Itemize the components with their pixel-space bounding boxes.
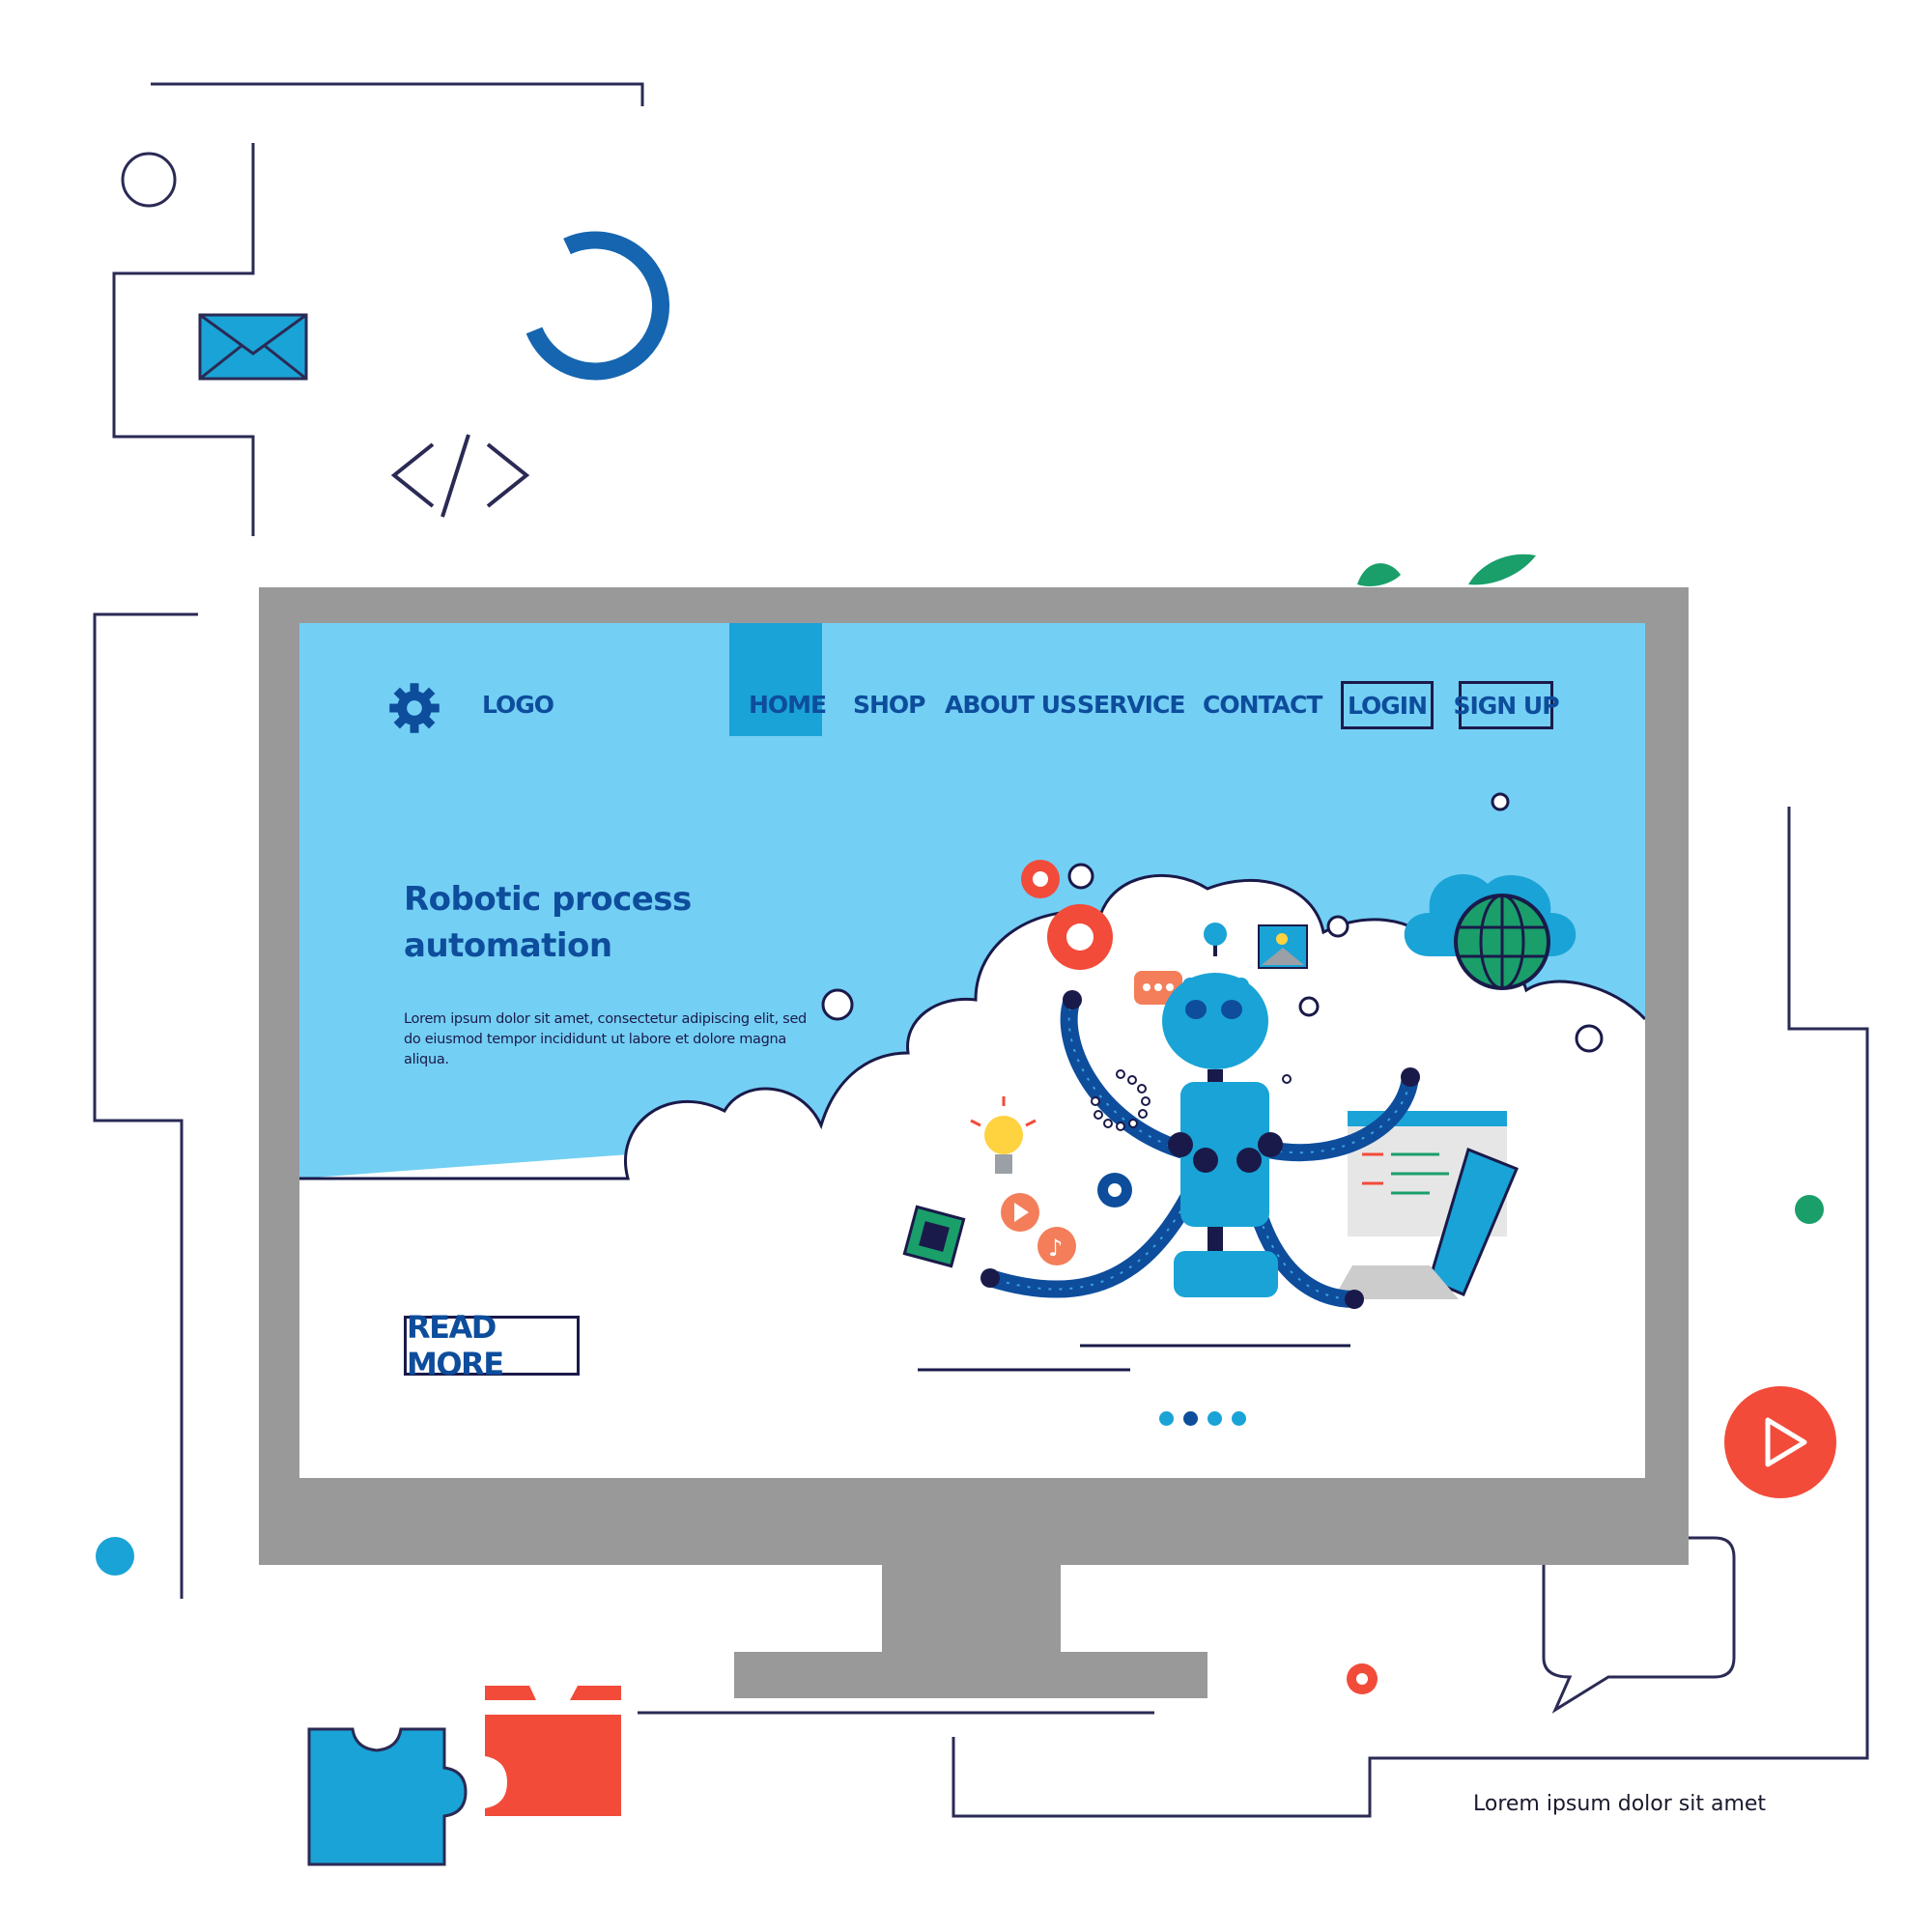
read-more-button[interactable]: READ MORE xyxy=(404,1309,580,1382)
hero-description: Lorem ipsum dolor sit amet, consectetur … xyxy=(404,1011,807,1067)
loading-arc-icon xyxy=(526,231,670,381)
monitor-stand-base xyxy=(734,1652,1208,1698)
code-icon xyxy=(390,434,530,518)
chip-icon xyxy=(902,1205,966,1268)
envelope-icon xyxy=(198,313,308,381)
footer-caption: Lorem ipsum dolor sit amet xyxy=(1473,1792,1767,1816)
play-circle-icon xyxy=(1001,1193,1039,1232)
nav-service[interactable]: SERVICE xyxy=(1077,691,1185,719)
nav-about-us[interactable]: ABOUT US xyxy=(945,691,1077,719)
svg-text:♪: ♪ xyxy=(1048,1235,1063,1262)
website-screen: LOGO HOME SHOP ABOUT US SERVICE CONTACT … xyxy=(299,623,1645,1478)
logo-text[interactable]: LOGO xyxy=(482,691,554,719)
puzzle-icon xyxy=(307,1686,621,1866)
signup-button[interactable]: SIGN UP xyxy=(1453,681,1560,729)
nav-contact[interactable]: CONTACT xyxy=(1203,691,1322,719)
carousel-dot[interactable] xyxy=(1183,1411,1198,1426)
carousel-dot[interactable] xyxy=(1159,1411,1174,1426)
carousel-dot[interactable] xyxy=(1232,1411,1246,1426)
music-note-icon: ♪ xyxy=(1037,1227,1076,1265)
plant-leaves-icon xyxy=(1357,554,1536,586)
blue-gear-icon xyxy=(1097,1173,1132,1208)
carousel-dot[interactable] xyxy=(1208,1411,1222,1426)
monitor-stand-neck xyxy=(882,1565,1061,1654)
nav-home[interactable]: HOME xyxy=(749,691,827,719)
hero-title: Robotic process automation xyxy=(404,880,692,965)
play-icon xyxy=(1724,1386,1836,1498)
login-button[interactable]: LOGIN xyxy=(1341,681,1434,729)
outline-circle-icon xyxy=(121,152,177,208)
nav-active-highlight xyxy=(729,623,822,736)
gear-icon xyxy=(387,681,441,735)
nav-shop[interactable]: SHOP xyxy=(853,691,926,719)
image-icon xyxy=(1258,924,1308,969)
robot-illustration: ♪ xyxy=(902,860,1577,1309)
globe-icon xyxy=(1404,874,1577,990)
lightbulb-icon xyxy=(970,1096,1037,1174)
